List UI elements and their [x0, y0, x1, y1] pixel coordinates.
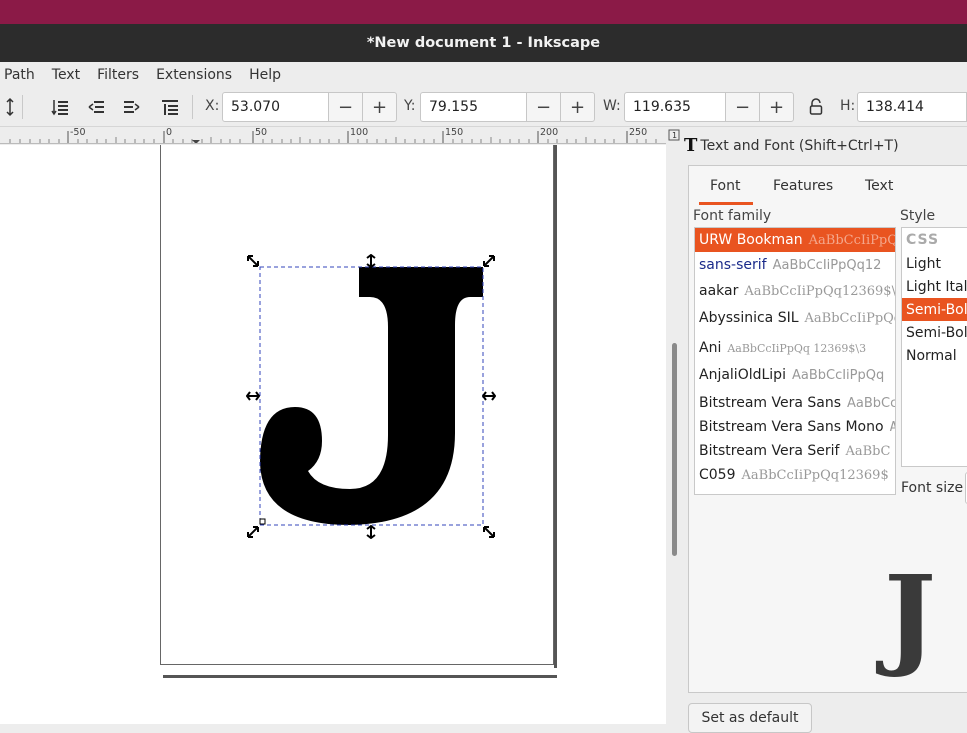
- y-decrement-button[interactable]: −: [526, 92, 561, 122]
- style-item-css[interactable]: CSS: [902, 228, 967, 251]
- style-item-semi-bold[interactable]: Semi-Bold: [902, 298, 967, 321]
- ruler-label: 150: [445, 127, 464, 138]
- font-family-label: Font family: [693, 208, 772, 224]
- set-as-default-button[interactable]: Set as default: [688, 703, 812, 733]
- font-family-list[interactable]: URW BookmanAaBbCcIiPpQq sans-serifAaBbCc…: [694, 227, 896, 495]
- font-family-item-abyssinica-sil[interactable]: Abyssinica SIL AaBbCcIiPpQq: [695, 306, 895, 330]
- scale-handle-bottom-right[interactable]: [482, 525, 496, 539]
- window-title-bar: *New document 1 - Inkscape: [0, 24, 967, 62]
- lock-icon[interactable]: [806, 97, 826, 117]
- y-increment-button[interactable]: +: [560, 92, 595, 122]
- scale-handle-left[interactable]: [246, 389, 260, 403]
- selected-glyph-object[interactable]: [0, 145, 666, 724]
- font-style-list[interactable]: CSS Light Light Italic Semi-Bold Semi-Bo…: [901, 227, 967, 467]
- ruler-label: 200: [540, 127, 559, 138]
- lower-to-bottom-icon[interactable]: [50, 97, 70, 117]
- style-label: Style: [900, 208, 936, 224]
- system-top-bar: [0, 0, 967, 24]
- ruler-label: 50: [255, 127, 268, 138]
- toolbar-separator: [192, 95, 193, 119]
- style-item-light-italic[interactable]: Light Italic: [902, 275, 967, 298]
- lower-icon[interactable]: [86, 97, 106, 117]
- scale-handle-right[interactable]: [482, 389, 496, 403]
- svg-text:1: 1: [672, 131, 677, 140]
- menu-path[interactable]: Path: [0, 67, 39, 83]
- font-family-item-ani[interactable]: Ani AaBbCcIiPpQq 12369$\3: [695, 336, 895, 360]
- ruler-label: 100: [350, 127, 369, 138]
- flip-vertical-icon[interactable]: [0, 97, 20, 117]
- drawing-canvas[interactable]: [0, 145, 666, 724]
- panel-dock-handle[interactable]: 1: [666, 127, 682, 144]
- text-and-font-panel: T Text and Font (Shift+Ctrl+T) Font Feat…: [682, 127, 967, 733]
- font-size-label: Font size: [901, 480, 964, 496]
- tab-font[interactable]: Font: [710, 178, 740, 194]
- font-family-item-aakar[interactable]: aakarAaBbCcIiPpQq12369$\34: [695, 279, 895, 303]
- menu-bar: Path Text Filters Extensions Help: [0, 62, 967, 87]
- scale-handle-top[interactable]: [364, 254, 378, 268]
- style-item-light[interactable]: Light: [902, 252, 967, 275]
- select-tool-toolbar: X: 53.070 − + Y: 79.155 − + W: 119.635 −…: [0, 87, 967, 127]
- raise-to-top-icon[interactable]: [160, 97, 180, 117]
- text-tool-icon: T: [684, 135, 698, 156]
- menu-text[interactable]: Text: [48, 67, 84, 83]
- h-label: H:: [840, 98, 856, 114]
- ruler-label: -50: [70, 127, 86, 138]
- menu-filters[interactable]: Filters: [93, 67, 143, 83]
- font-family-item-bitstream-vera-sans[interactable]: Bitstream Vera Sans AaBbCc: [695, 391, 895, 415]
- scale-handle-bottom-left[interactable]: [246, 525, 260, 539]
- scale-handle-top-right[interactable]: [482, 254, 496, 268]
- font-family-item-anjalioldlipi[interactable]: AnjaliOldLipi AaBbCcIiPpQq: [695, 363, 895, 387]
- h-input[interactable]: 138.414: [857, 92, 967, 122]
- scale-handle-top-left[interactable]: [246, 254, 260, 268]
- x-input[interactable]: 53.070: [222, 92, 329, 122]
- panel-notebook: Font Features Text Font family Style URW…: [688, 165, 967, 693]
- toolbar-separator: [22, 95, 23, 119]
- style-item-semi-bold-italic[interactable]: Semi-Bold: [902, 321, 967, 344]
- window-title: *New document 1 - Inkscape: [366, 35, 601, 51]
- tab-features[interactable]: Features: [773, 178, 833, 194]
- y-label: Y:: [404, 98, 416, 114]
- font-family-item-bitstream-vera-sans-mono[interactable]: Bitstream Vera Sans MonoA: [695, 415, 895, 439]
- panel-header: T Text and Font (Shift+Ctrl+T): [684, 135, 899, 156]
- w-increment-button[interactable]: +: [759, 92, 794, 122]
- font-family-item-bitstream-vera-serif[interactable]: Bitstream Vera Serif AaBbC: [695, 439, 895, 463]
- font-family-item-sans-serif[interactable]: sans-serif AaBbCcIiPpQq12: [695, 253, 895, 277]
- x-decrement-button[interactable]: −: [328, 92, 363, 122]
- scale-handle-bottom[interactable]: [364, 525, 378, 539]
- w-label: W:: [603, 98, 621, 114]
- style-item-normal[interactable]: Normal: [902, 344, 967, 367]
- font-family-item-c059[interactable]: C059 AaBbCcIiPpQq12369$: [695, 463, 895, 487]
- tab-text[interactable]: Text: [865, 178, 893, 194]
- y-input[interactable]: 79.155: [420, 92, 527, 122]
- ruler-label: 250: [629, 127, 648, 138]
- w-input[interactable]: 119.635: [624, 92, 726, 122]
- panel-title: Text and Font (Shift+Ctrl+T): [700, 137, 899, 154]
- font-preview: J: [884, 551, 937, 680]
- menu-extensions[interactable]: Extensions: [152, 67, 236, 83]
- active-tab-indicator: [699, 202, 753, 205]
- x-increment-button[interactable]: +: [362, 92, 397, 122]
- x-label: X:: [205, 98, 220, 114]
- w-decrement-button[interactable]: −: [725, 92, 760, 122]
- scrollbar-thumb[interactable]: [672, 343, 677, 556]
- ruler-label: 0: [166, 127, 173, 138]
- horizontal-ruler: -50 0 50 100 150 200 250: [0, 127, 666, 144]
- raise-icon[interactable]: [122, 97, 142, 117]
- menu-help[interactable]: Help: [245, 67, 285, 83]
- font-family-item-urw-bookman[interactable]: URW BookmanAaBbCcIiPpQq: [695, 228, 895, 252]
